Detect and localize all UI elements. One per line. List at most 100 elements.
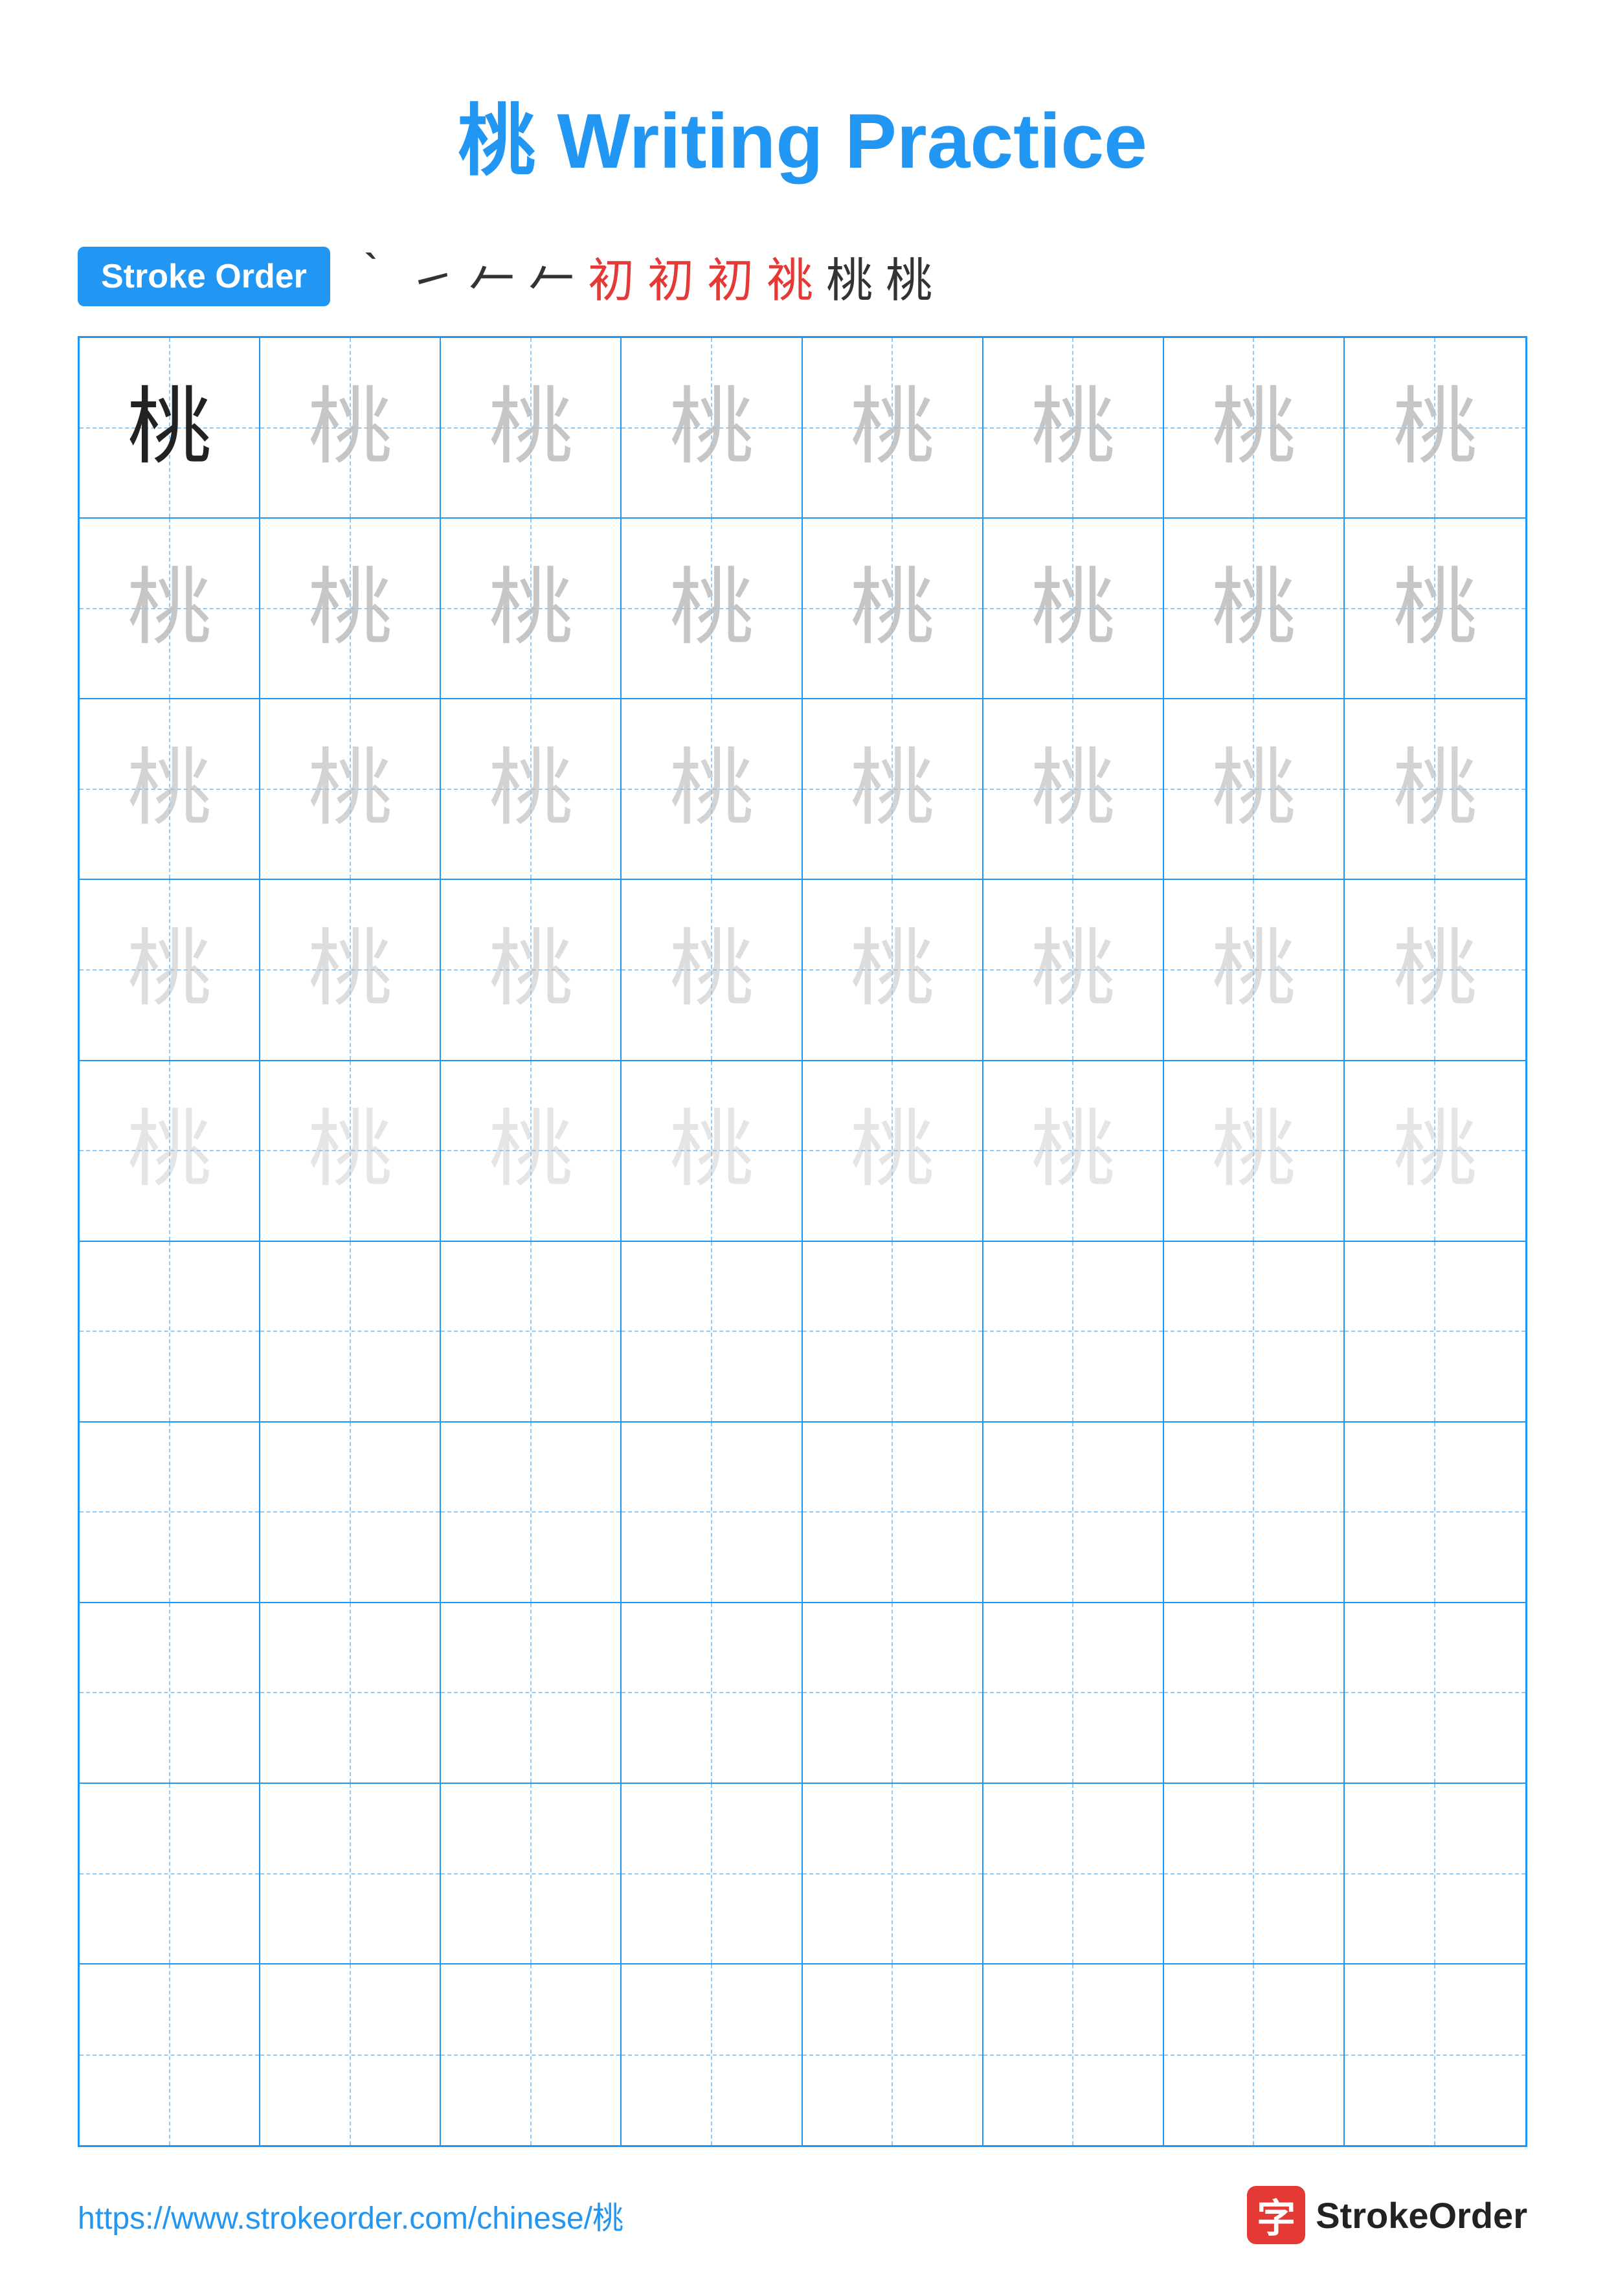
char-r5c6: 桃 bbox=[1031, 1109, 1115, 1193]
grid-cell-r1c4: 桃 bbox=[622, 338, 802, 519]
grid-cell-r3c3: 桃 bbox=[441, 699, 622, 880]
char-r2c7: 桃 bbox=[1211, 567, 1296, 651]
char-r3c7: 桃 bbox=[1211, 747, 1296, 831]
char-r2c6: 桃 bbox=[1031, 567, 1115, 651]
grid-cell-r10c3[interactable] bbox=[441, 1964, 622, 2145]
grid-cell-r4c2: 桃 bbox=[260, 880, 441, 1061]
grid-cell-r7c5[interactable] bbox=[803, 1423, 983, 1603]
stroke-3: 𠂉 bbox=[469, 242, 515, 310]
stroke-10: 桃 bbox=[886, 242, 932, 310]
grid-cell-r8c5[interactable] bbox=[803, 1603, 983, 1784]
grid-cell-r6c2[interactable] bbox=[260, 1242, 441, 1423]
grid-cell-r9c2[interactable] bbox=[260, 1784, 441, 1964]
grid-cell-r10c4[interactable] bbox=[622, 1964, 802, 2145]
grid-cell-r8c8[interactable] bbox=[1345, 1603, 1525, 1784]
char-r4c3: 桃 bbox=[489, 928, 573, 1012]
grid-cell-r2c7: 桃 bbox=[1164, 519, 1345, 699]
grid-cell-r1c5: 桃 bbox=[803, 338, 983, 519]
grid-cell-r9c3[interactable] bbox=[441, 1784, 622, 1964]
footer-url: https://www.strokeorder.com/chinese/桃 bbox=[78, 2192, 623, 2238]
grid-cell-r9c5[interactable] bbox=[803, 1784, 983, 1964]
grid-cell-r6c3[interactable] bbox=[441, 1242, 622, 1423]
grid-cell-r10c7[interactable] bbox=[1164, 1964, 1345, 2145]
grid-cell-r5c4: 桃 bbox=[622, 1061, 802, 1242]
char-r5c4: 桃 bbox=[669, 1109, 754, 1193]
grid-cell-r2c8: 桃 bbox=[1345, 519, 1525, 699]
grid-cell-r1c2: 桃 bbox=[260, 338, 441, 519]
char-r5c1: 桃 bbox=[128, 1109, 212, 1193]
grid-cell-r10c8[interactable] bbox=[1345, 1964, 1525, 2145]
grid-cell-r6c1[interactable] bbox=[80, 1242, 260, 1423]
grid-cell-r6c8[interactable] bbox=[1345, 1242, 1525, 1423]
char-r3c5: 桃 bbox=[850, 747, 934, 831]
grid-cell-r8c1[interactable] bbox=[80, 1603, 260, 1784]
grid-cell-r8c4[interactable] bbox=[622, 1603, 802, 1784]
stroke-order-row: Stroke Order ｀ ㇀ 𠂉 𠂉 初 初 初 祧 桃 桃 bbox=[78, 242, 1527, 310]
char-r4c6: 桃 bbox=[1031, 928, 1115, 1012]
grid-cell-r7c1[interactable] bbox=[80, 1423, 260, 1603]
stroke-9: 桃 bbox=[826, 242, 873, 310]
grid-cell-r9c8[interactable] bbox=[1345, 1784, 1525, 1964]
grid-cell-r9c7[interactable] bbox=[1164, 1784, 1345, 1964]
grid-cell-r7c6[interactable] bbox=[983, 1423, 1164, 1603]
char-r2c3: 桃 bbox=[489, 567, 573, 651]
grid-cell-r10c2[interactable] bbox=[260, 1964, 441, 2145]
grid-cell-r3c5: 桃 bbox=[803, 699, 983, 880]
char-r3c3: 桃 bbox=[489, 747, 573, 831]
grid-cell-r8c6[interactable] bbox=[983, 1603, 1164, 1784]
grid-cell-r9c6[interactable] bbox=[983, 1784, 1164, 1964]
char-r1c4: 桃 bbox=[669, 386, 754, 470]
char-r4c4: 桃 bbox=[669, 928, 754, 1012]
grid-cell-r7c7[interactable] bbox=[1164, 1423, 1345, 1603]
grid-cell-r8c7[interactable] bbox=[1164, 1603, 1345, 1784]
grid-cell-r2c1: 桃 bbox=[80, 519, 260, 699]
grid-cell-r5c8: 桃 bbox=[1345, 1061, 1525, 1242]
stroke-1: ｀ bbox=[350, 242, 396, 310]
char-r4c7: 桃 bbox=[1211, 928, 1296, 1012]
grid-cell-r9c4[interactable] bbox=[622, 1784, 802, 1964]
grid-cell-r5c3: 桃 bbox=[441, 1061, 622, 1242]
grid-cell-r7c8[interactable] bbox=[1345, 1423, 1525, 1603]
char-r3c4: 桃 bbox=[669, 747, 754, 831]
char-r5c3: 桃 bbox=[489, 1109, 573, 1193]
footer-logo-icon: 字 bbox=[1247, 2186, 1305, 2244]
grid-cell-r6c5[interactable] bbox=[803, 1242, 983, 1423]
stroke-8: 祧 bbox=[767, 242, 813, 310]
grid-cell-r10c6[interactable] bbox=[983, 1964, 1164, 2145]
grid-cell-r10c1[interactable] bbox=[80, 1964, 260, 2145]
grid-cell-r8c2[interactable] bbox=[260, 1603, 441, 1784]
grid-cell-r6c7[interactable] bbox=[1164, 1242, 1345, 1423]
footer-logo: 字 StrokeOrder bbox=[1247, 2186, 1527, 2244]
title-char: 桃 bbox=[458, 98, 535, 185]
grid-cell-r3c6: 桃 bbox=[983, 699, 1164, 880]
grid-cell-r7c4[interactable] bbox=[622, 1423, 802, 1603]
grid-cell-r4c6: 桃 bbox=[983, 880, 1164, 1061]
char-r1c8: 桃 bbox=[1393, 386, 1477, 470]
stroke-6: 初 bbox=[647, 242, 694, 310]
grid-cell-r6c6[interactable] bbox=[983, 1242, 1164, 1423]
grid-cell-r5c1: 桃 bbox=[80, 1061, 260, 1242]
grid-cell-r10c5[interactable] bbox=[803, 1964, 983, 2145]
grid-cell-r3c8: 桃 bbox=[1345, 699, 1525, 880]
char-r1c6: 桃 bbox=[1031, 386, 1115, 470]
grid-cell-r6c4[interactable] bbox=[622, 1242, 802, 1423]
char-r1c1: 桃 bbox=[128, 386, 212, 470]
char-r3c1: 桃 bbox=[128, 747, 212, 831]
stroke-4: 𠂉 bbox=[528, 242, 575, 310]
grid-cell-r4c7: 桃 bbox=[1164, 880, 1345, 1061]
grid-cell-r3c4: 桃 bbox=[622, 699, 802, 880]
grid-cell-r1c1: 桃 bbox=[80, 338, 260, 519]
grid-cell-r8c3[interactable] bbox=[441, 1603, 622, 1784]
char-r5c8: 桃 bbox=[1393, 1109, 1477, 1193]
grid-cell-r7c3[interactable] bbox=[441, 1423, 622, 1603]
grid-cell-r5c2: 桃 bbox=[260, 1061, 441, 1242]
grid-cell-r4c4: 桃 bbox=[622, 880, 802, 1061]
char-r4c1: 桃 bbox=[128, 928, 212, 1012]
char-r4c8: 桃 bbox=[1393, 928, 1477, 1012]
grid-cell-r9c1[interactable] bbox=[80, 1784, 260, 1964]
grid-cell-r2c6: 桃 bbox=[983, 519, 1164, 699]
grid-cell-r7c2[interactable] bbox=[260, 1423, 441, 1603]
grid-cell-r4c8: 桃 bbox=[1345, 880, 1525, 1061]
grid-cell-r3c2: 桃 bbox=[260, 699, 441, 880]
stroke-chars: ｀ ㇀ 𠂉 𠂉 初 初 初 祧 桃 桃 bbox=[350, 242, 932, 310]
